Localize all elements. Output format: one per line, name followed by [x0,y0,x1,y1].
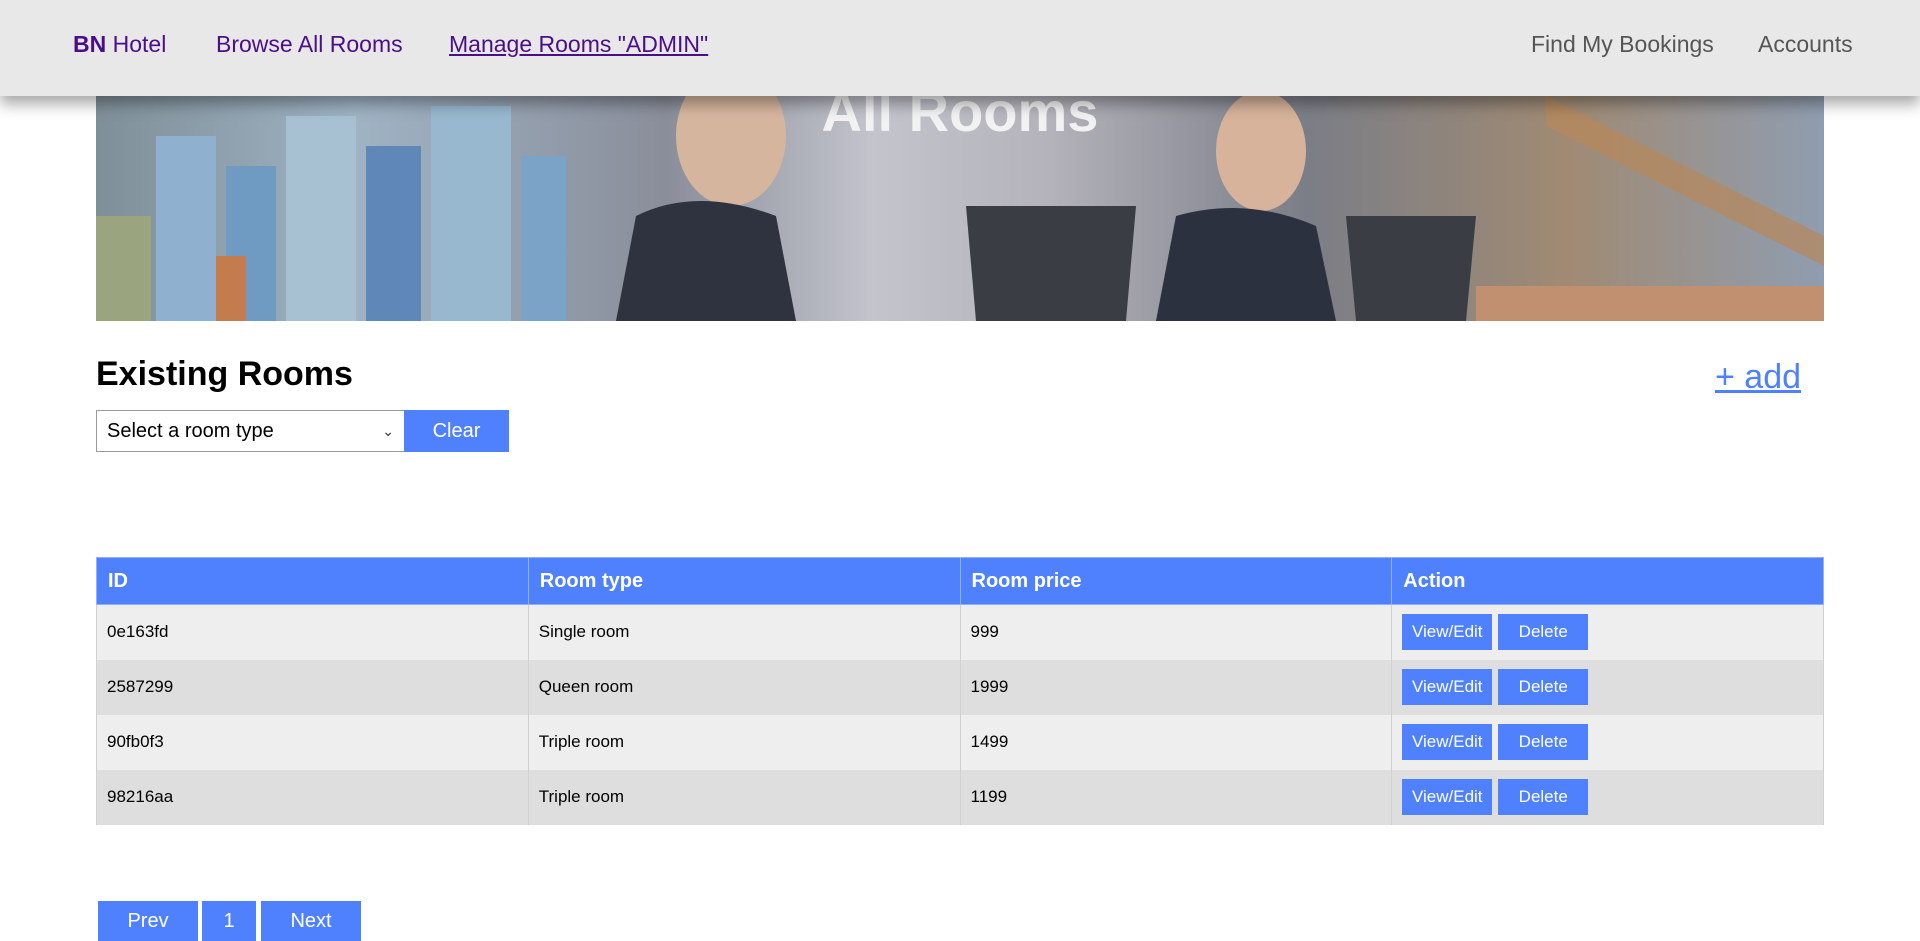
delete-button[interactable]: Delete [1498,724,1589,760]
clear-button[interactable]: Clear [404,410,509,452]
room-type-select[interactable]: Select a room type ⌄ [96,410,405,452]
header-action: Action [1391,557,1824,605]
cell-room-type: Single room [527,604,961,660]
view-edit-button[interactable]: View/Edit [1402,724,1493,760]
header-room-price: Room price [959,557,1393,605]
view-edit-button[interactable]: View/Edit [1402,614,1493,651]
cell-room-type: Queen room [527,659,961,715]
table-row: 2587299 Queen room 1999 View/Edit Delete [96,659,1824,715]
cell-room-price: 1199 [959,769,1393,825]
table-header-row: ID Room type Room price Action [96,557,1824,605]
hero-title: All Rooms [821,96,1099,143]
table-row: 0e163fd Single room 999 View/Edit Delete [96,604,1824,660]
header-id: ID [96,557,529,605]
delete-button[interactable]: Delete [1498,669,1589,705]
cell-room-price: 999 [959,604,1393,660]
header-room-type: Room type [527,557,961,605]
cell-room-price: 1999 [959,659,1393,715]
chevron-down-icon: ⌄ [382,422,394,439]
prev-page-button[interactable]: Prev [98,901,198,941]
nav-find-bookings[interactable]: Find My Bookings [1531,29,1714,59]
table-row: 90fb0f3 Triple room 1499 View/Edit Delete [96,714,1824,770]
nav-accounts[interactable]: Accounts [1758,29,1853,59]
top-navbar: BN Hotel Browse All Rooms Manage Rooms "… [0,0,1920,96]
nav-browse-rooms[interactable]: Browse All Rooms [216,29,403,59]
cell-room-price: 1499 [959,714,1393,770]
cell-actions: View/Edit Delete [1391,604,1824,660]
cell-id: 2587299 [96,659,529,715]
rooms-table: ID Room type Room price Action 0e163fd S… [96,557,1824,825]
cell-room-type: Triple room [527,714,961,770]
brand-link[interactable]: BN Hotel [73,29,166,59]
select-value: Select a room type [107,419,274,442]
table-row: 98216aa Triple room 1199 View/Edit Delete [96,769,1824,825]
view-edit-button[interactable]: View/Edit [1402,669,1493,705]
view-edit-button[interactable]: View/Edit [1402,779,1493,815]
brand-text: Hotel [106,31,167,57]
hero-banner: All Rooms [96,96,1824,321]
cell-id: 90fb0f3 [96,714,529,770]
brand-bold: BN [73,31,107,57]
add-room-link[interactable]: + add [1715,356,1801,398]
delete-button[interactable]: Delete [1498,779,1589,815]
next-page-button[interactable]: Next [261,901,361,941]
cell-id: 98216aa [96,769,529,825]
cell-room-type: Triple room [527,769,961,825]
nav-manage-rooms[interactable]: Manage Rooms "ADMIN" [449,29,708,59]
cell-id: 0e163fd [96,604,529,660]
cell-actions: View/Edit Delete [1391,714,1824,770]
delete-button[interactable]: Delete [1498,614,1589,651]
section-title: Existing Rooms [96,355,353,393]
cell-actions: View/Edit Delete [1391,769,1824,825]
cell-actions: View/Edit Delete [1391,659,1824,715]
page-number-button[interactable]: 1 [202,901,256,941]
